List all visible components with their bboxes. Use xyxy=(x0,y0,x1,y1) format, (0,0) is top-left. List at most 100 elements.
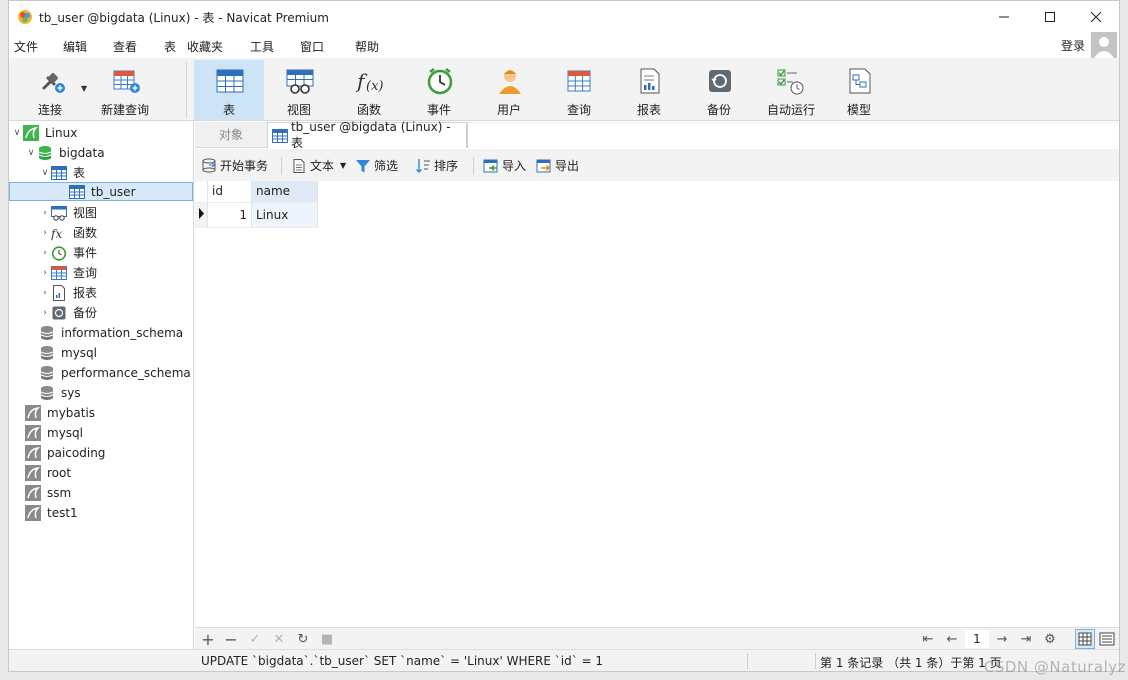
tree-connection-test1[interactable]: test1 xyxy=(25,503,78,522)
stop-button[interactable]: ■ xyxy=(318,630,336,648)
tab-tb-user[interactable]: tb_user @bigdata (Linux) - 表 xyxy=(267,120,467,150)
minimize-button[interactable] xyxy=(981,1,1027,33)
table-row[interactable]: 1 Linux xyxy=(195,202,318,228)
plug-icon xyxy=(42,73,65,93)
add-record-button[interactable]: + xyxy=(199,630,217,649)
tree-label: mysql xyxy=(47,425,83,440)
expand-arrow-icon[interactable]: ∨ xyxy=(11,128,23,138)
tree-connection-linux[interactable]: ∨ Linux xyxy=(11,123,77,142)
tree-connection-mysql[interactable]: mysql xyxy=(25,423,83,442)
model-label: 模型 xyxy=(846,103,871,117)
function-button[interactable]: f (x) 函数 xyxy=(334,60,404,120)
tree-folder-functions[interactable]: › fx 函数 xyxy=(39,223,97,242)
text-dropdown-icon[interactable]: ▼ xyxy=(340,161,346,170)
import-label: 导入 xyxy=(502,159,527,173)
collapse-arrow-icon[interactable]: › xyxy=(39,268,51,278)
status-sql-text: UPDATE `bigdata`.`tb_user` SET `name` = … xyxy=(201,654,604,668)
close-button[interactable] xyxy=(1073,1,1119,33)
tree-database-mysql[interactable]: mysql xyxy=(39,343,97,362)
backup-button[interactable]: 备份 xyxy=(684,60,754,120)
discard-changes-button[interactable]: ✕ xyxy=(270,630,288,648)
grid-settings-button[interactable]: ⚙ xyxy=(1041,630,1059,648)
expand-arrow-icon[interactable]: ∨ xyxy=(25,148,37,158)
tree-table-tb-user[interactable]: tb_user xyxy=(9,182,193,201)
menu-file[interactable]: 文件 xyxy=(14,38,38,55)
login-link[interactable]: 登录 xyxy=(1061,37,1085,54)
menu-edit[interactable]: 编辑 xyxy=(63,38,87,55)
row-marker[interactable] xyxy=(195,202,208,228)
collapse-arrow-icon[interactable]: › xyxy=(39,228,51,238)
tab-objects[interactable]: 对象 xyxy=(195,122,267,148)
text-button[interactable]: 文本 ▼ xyxy=(291,157,346,174)
column-header-name[interactable]: name xyxy=(251,181,318,203)
collapse-arrow-icon[interactable]: › xyxy=(39,208,51,218)
mysql-connection-icon xyxy=(25,464,41,481)
table-button[interactable]: 表 xyxy=(194,60,264,120)
model-button[interactable]: 模型 xyxy=(824,60,894,120)
tree-folder-reports[interactable]: › 报表 xyxy=(39,283,97,302)
view-button[interactable]: 视图 xyxy=(264,60,334,120)
collapse-arrow-icon[interactable]: › xyxy=(39,288,51,298)
import-button[interactable]: 导入 xyxy=(483,157,526,174)
tree-folder-backups[interactable]: › 备份 xyxy=(39,303,97,322)
automation-button[interactable]: 自动运行 xyxy=(754,60,828,120)
tree-connection-mybatis[interactable]: mybatis xyxy=(25,403,95,422)
collapse-arrow-icon[interactable]: › xyxy=(39,308,51,318)
last-page-button[interactable]: ⇥ xyxy=(1017,630,1035,648)
delete-record-button[interactable]: − xyxy=(222,630,240,649)
database-icon xyxy=(38,145,52,160)
new-query-button[interactable]: 新建查询 xyxy=(90,60,160,120)
begin-transaction-button[interactable]: 开始事务 xyxy=(201,157,268,174)
query-icon xyxy=(51,265,67,280)
cell-name[interactable]: Linux xyxy=(251,202,318,228)
close-icon xyxy=(1091,12,1101,22)
event-button[interactable]: 事件 xyxy=(404,60,474,120)
event-label: 事件 xyxy=(426,103,451,117)
tree-database-performance-schema[interactable]: performance_schema xyxy=(39,363,191,382)
tree-database-bigdata[interactable]: ∨ bigdata xyxy=(25,143,105,162)
tree-database-information-schema[interactable]: information_schema xyxy=(39,323,183,342)
tree-folder-tables[interactable]: ∨ 表 xyxy=(39,163,85,182)
first-page-button[interactable]: ⇤ xyxy=(919,630,937,648)
menu-help[interactable]: 帮助 xyxy=(355,38,379,55)
tree-folder-events[interactable]: › 事件 xyxy=(39,243,97,262)
user-button[interactable]: 用户 xyxy=(474,60,544,120)
tree-connection-ssm[interactable]: ssm xyxy=(25,483,71,502)
expand-arrow-icon[interactable]: ∨ xyxy=(39,168,51,178)
query-button[interactable]: 查询 xyxy=(544,60,614,120)
watermark: CSDN @Naturalyz xyxy=(983,658,1126,676)
grid-view-icon xyxy=(1078,632,1092,646)
cell-id[interactable]: 1 xyxy=(207,202,252,228)
apply-changes-button[interactable]: ✓ xyxy=(246,630,264,648)
current-row-arrow-icon xyxy=(199,207,204,219)
user-label: 用户 xyxy=(496,103,521,117)
avatar[interactable] xyxy=(1091,32,1117,58)
menu-view[interactable]: 查看 xyxy=(113,38,137,55)
prev-page-button[interactable]: ← xyxy=(943,630,961,648)
menu-favorites[interactable]: 收藏夹 xyxy=(187,38,223,55)
form-view-toggle[interactable] xyxy=(1097,629,1117,649)
collapse-arrow-icon[interactable]: › xyxy=(39,248,51,258)
report-button[interactable]: 报表 xyxy=(614,60,684,120)
stop-icon: ■ xyxy=(320,631,334,647)
tree-folder-queries[interactable]: › 查询 xyxy=(39,263,97,282)
connect-button[interactable]: 连接 xyxy=(15,60,85,120)
column-header-id[interactable]: id xyxy=(207,181,252,203)
sort-button[interactable]: 排序 xyxy=(415,157,458,174)
filter-button[interactable]: 筛选 xyxy=(355,157,398,174)
export-button[interactable]: 导出 xyxy=(536,157,579,174)
connect-dropdown-icon[interactable]: ▼ xyxy=(81,84,87,93)
tree-connection-root[interactable]: root xyxy=(25,463,71,482)
menu-bar: 文件 编辑 查看 表 收藏夹 工具 窗口 帮助 xyxy=(9,34,1119,56)
next-page-button[interactable]: → xyxy=(993,630,1011,648)
grid-view-toggle[interactable] xyxy=(1075,629,1095,649)
maximize-button[interactable] xyxy=(1027,1,1073,33)
page-number-input[interactable]: 1 xyxy=(965,630,989,648)
tree-connection-paicoding[interactable]: paicoding xyxy=(25,443,105,462)
tree-folder-views[interactable]: › 视图 xyxy=(39,203,97,222)
refresh-button[interactable]: ↻ xyxy=(294,630,312,648)
menu-tools[interactable]: 工具 xyxy=(250,38,274,55)
menu-window[interactable]: 窗口 xyxy=(300,38,324,55)
menu-table[interactable]: 表 xyxy=(164,38,176,55)
tree-database-sys[interactable]: sys xyxy=(39,383,81,402)
